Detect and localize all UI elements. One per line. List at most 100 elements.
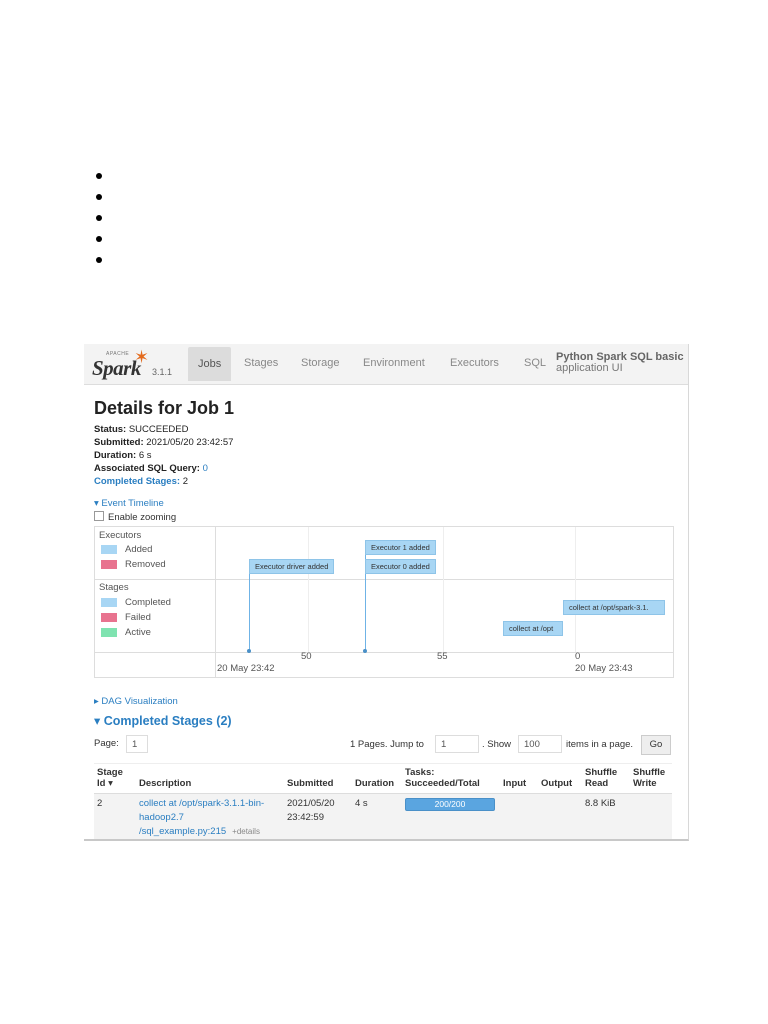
completed-stages-row: Completed Stages: 2 [94,476,188,487]
completed-stages-section[interactable]: ▾ Completed Stages (2) [94,713,232,728]
failed-swatch [101,613,117,622]
completed-stages-title: Completed Stages (2) [103,714,232,728]
tab-sql[interactable]: SQL [524,357,546,369]
timeline-tick-label: 20 May 23:43 [575,663,633,674]
app-name: Python Spark SQL basic application UI [556,352,684,374]
removed-swatch [101,560,117,569]
executor-driver-marker [249,572,250,652]
col-tasks[interactable]: Tasks: Succeeded/Total [402,763,500,794]
caret-down-icon: ▾ [94,714,101,728]
tab-executors[interactable]: Executors [450,357,499,369]
submitted-row: Submitted: 2021/05/20 23:42:57 [94,437,233,448]
app-name-line2: application UI [556,362,623,374]
enable-zooming-row[interactable]: Enable zooming [94,511,176,523]
header-text: Succeeded/Total [405,778,480,789]
description-text: hadoop2.7 [139,812,184,823]
tab-stages[interactable]: Stages [244,357,278,369]
executors-header: Executors [99,530,142,541]
spark-ui-screenshot: APACHE Spark ✶ 3.1.1 Jobs Stages Storage… [84,344,689,841]
added-swatch [101,545,117,554]
event-timeline-label: Event Timeline [101,498,164,509]
timeline-tick-label: 20 May 23:42 [217,663,275,674]
page-size-input[interactable]: 100 [518,735,562,753]
timeline-gridline [308,527,309,652]
header-text: Stage [97,767,123,778]
description-text: collect at /opt/spark-3.1.1-bin- [139,798,265,809]
pages-text: 1 Pages. Jump to [350,739,424,750]
cell-duration: 4 s [352,793,402,839]
timeline-gridline [575,527,576,652]
legend-failed: Failed [125,612,151,623]
stage-collect-event[interactable]: collect at /opt/spark-3.1. [563,600,665,615]
event-timeline-toggle[interactable]: ▾ Event Timeline [94,498,164,509]
description-text: /sql_example.py:215 [139,826,227,837]
duration-value: 6 s [138,450,152,461]
cell-output [538,793,582,839]
stage-collect-event[interactable]: collect at /opt [503,621,563,636]
show-label: . Show [482,739,512,750]
go-button[interactable]: Go [641,735,671,755]
sql-query-link[interactable]: 0 [203,463,208,474]
completed-stages-link[interactable]: Completed Stages: [94,476,180,487]
completed-swatch [101,598,117,607]
status-row: Status: SUCCEEDED [94,424,189,435]
col-stage-id[interactable]: Stage Id ▾ [94,763,136,794]
col-shuffle-read[interactable]: Shuffle Read [582,763,630,794]
duration-row: Duration: 6 s [94,450,152,461]
timeline-axis-line [95,652,673,653]
completed-stages-value: 2 [182,476,188,487]
enable-zooming-checkbox[interactable] [94,511,104,521]
status-value: SUCCEEDED [128,424,189,435]
cell-stage-id: 2 [94,793,136,839]
tasks-progress-bar: 200/200 [405,798,495,811]
col-shuffle-write[interactable]: Shuffle Write [630,763,672,794]
executor-driver-dot [247,649,251,653]
cell-input [500,793,538,839]
legend-removed: Removed [125,559,166,570]
legend-completed: Completed [125,597,171,608]
cell-shuffle-read: 8.8 KiB [582,793,630,839]
page-number[interactable]: 1 [126,735,148,753]
active-swatch [101,628,117,637]
tab-storage[interactable]: Storage [301,357,340,369]
sql-query-label: Associated SQL Query: [94,463,200,474]
legend-added: Added [125,544,153,555]
executor-1-event[interactable]: Executor 1 added [365,540,436,555]
spark-version: 3.1.1 [152,367,173,377]
cell-tasks: 200/200 [402,793,500,839]
caret-right-icon: ▸ [94,696,99,707]
stages-header: Stages [99,582,129,593]
header-text: Read [585,778,609,789]
header-text: Id ▾ [97,778,113,789]
details-toggle[interactable]: +details [232,827,260,836]
cell-shuffle-write [630,793,672,839]
tab-environment[interactable]: Environment [363,357,425,369]
col-description[interactable]: Description [136,763,284,794]
spark-star-icon: ✶ [134,347,150,367]
page-title: Details for Job 1 [94,398,235,418]
submitted-date: 2021/05/20 [287,798,335,809]
timeline-divider [95,579,673,580]
cell-submitted: 2021/05/20 23:42:59 [284,793,352,839]
event-timeline: Executors Added Removed Stages Completed… [94,526,674,678]
submitted-value: 2021/05/20 23:42:57 [146,437,234,448]
executor-0-event[interactable]: Executor 0 added [365,559,436,574]
timeline-tick-label: 50 [301,651,312,662]
col-submitted[interactable]: Submitted [284,763,352,794]
col-input[interactable]: Input [500,763,538,794]
table-header-row: Stage Id ▾ Description Submitted Duration… [94,763,672,794]
col-duration[interactable]: Duration [352,763,402,794]
cell-description: collect at /opt/spark-3.1.1-bin-hadoop2.… [136,793,284,839]
dag-visualization-label: DAG Visualization [101,696,178,707]
executor-driver-event[interactable]: Executor driver added [249,559,335,574]
legend-active: Active [125,627,151,638]
col-output[interactable]: Output [538,763,582,794]
tab-jobs[interactable]: Jobs [188,347,232,381]
jump-to-input[interactable]: 1 [435,735,479,753]
dag-visualization-toggle[interactable]: ▸ DAG Visualization [94,696,178,707]
sql-query-row: Associated SQL Query: 0 [94,463,208,474]
header-text: Write [633,778,657,789]
table-row: 2 collect at /opt/spark-3.1.1-bin-hadoop… [94,793,672,839]
status-label: Status: [94,424,127,435]
items-text: items in a page. [566,739,634,750]
